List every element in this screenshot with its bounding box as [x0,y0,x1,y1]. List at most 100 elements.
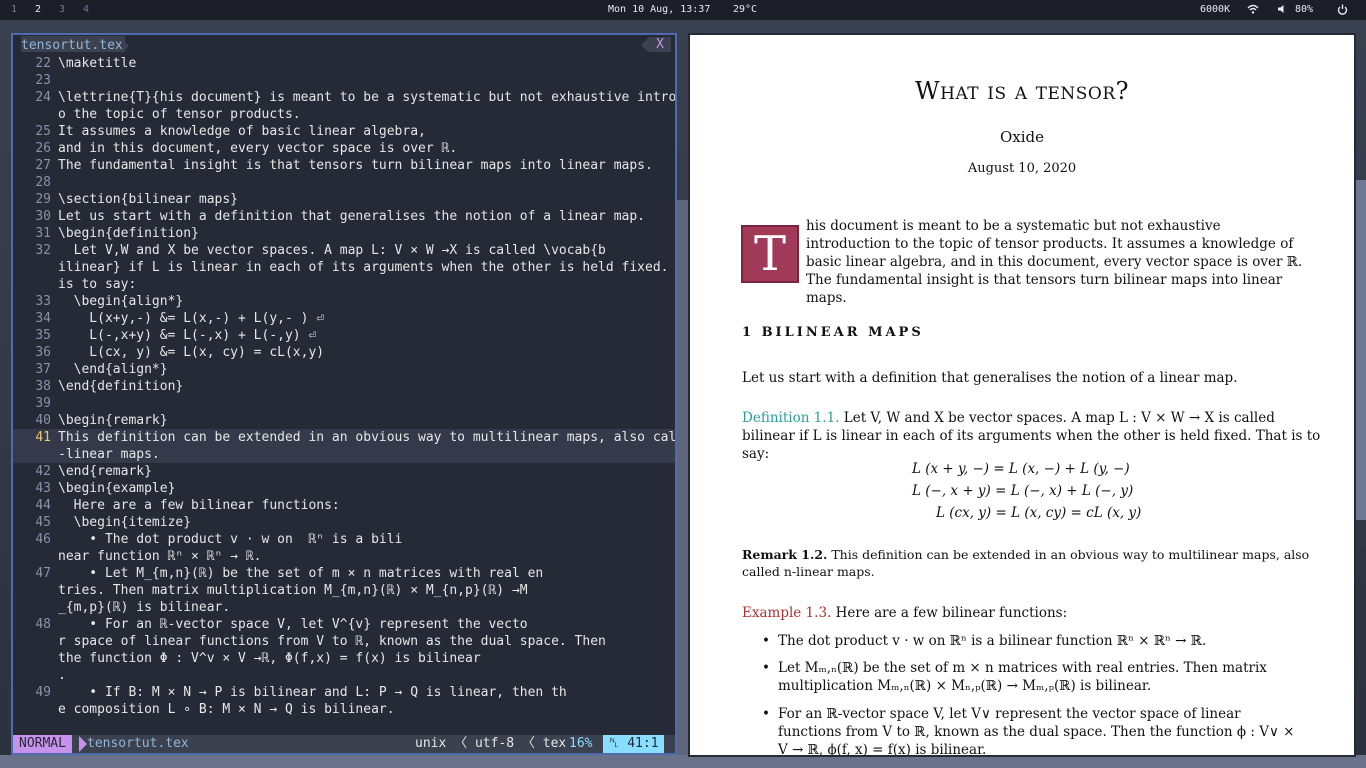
line-number: 26 [35,141,51,156]
line-text[interactable]: ilinear} if L is linear in each of its a… [58,259,675,276]
editor-line[interactable]: 35 L(-,x+y) &= L(-,x) + L(-,y) ⏎ [13,327,675,344]
editor-line[interactable]: 31 \begin{definition} [13,225,675,242]
editor-line[interactable]: 25 It assumes a knowledge of basic linear… [13,123,675,140]
workspace-4[interactable]: 4 [79,4,93,15]
line-text[interactable]: The fundamental insight is that tensors … [58,157,653,174]
editor-window[interactable]: tensortut.tex X 22 \maketitle 23 24 \lettrin… [11,33,677,755]
editor-line[interactable]: 26 and in this document, every vector spa… [13,140,675,157]
line-text[interactable]: \lettrine{T}{his document} is meant to b… [58,89,675,106]
editor-line[interactable]: near function ℝⁿ × ℝⁿ → ℝ. [13,548,675,565]
editor-line[interactable]: the function Φ : V^v × V →ℝ, Φ(f,x) = f(… [13,650,675,667]
line-text[interactable]: This definition can be extended in an ob… [58,429,675,446]
editor-line[interactable]: 30 Let us start with a definition that ge… [13,208,675,225]
editor-line[interactable]: 22 \maketitle [13,55,675,72]
editor-line[interactable]: 29 \section{bilinear maps} [13,191,675,208]
line-text[interactable]: • The dot product v · w on ℝⁿ is a bili [58,531,402,548]
workspace-1[interactable]: 1 [7,4,21,15]
line-text[interactable]: -linear maps. [58,446,160,463]
line-text[interactable]: Here are a few bilinear functions: [58,497,340,514]
editor-line[interactable]: tries. Then matrix multiplication M_{m,n… [13,582,675,599]
line-text[interactable]: \begin{itemize} [58,514,191,531]
line-text[interactable]: the function Φ : V^v × V →ℝ, Φ(f,x) = f(… [58,650,481,667]
list-item-text: For an ℝ-vector space V, let V∨ represen… [778,706,1295,757]
editor-line[interactable]: 24 \lettrine{T}{his document} is meant to… [13,89,675,106]
editor-line[interactable]: 33 \begin{align*} [13,293,675,310]
line-text[interactable]: \begin{align*} [58,293,184,310]
status-fileinfo: unix 〈 utf-8 〈 tex [415,736,567,751]
editor-line[interactable]: 37 \end{align*} [13,361,675,378]
close-tab-button[interactable]: X [649,37,671,52]
line-text[interactable]: \section{bilinear maps} [58,191,238,208]
editor-line[interactable]: 39 [13,395,675,412]
line-number: 39 [35,396,51,411]
editor-line[interactable]: 46 • The dot product v · w on ℝⁿ is a bi… [13,531,675,548]
editor-line[interactable]: 42 \end{remark} [13,463,675,480]
line-number: 37 [35,362,51,377]
line-text[interactable]: \maketitle [58,55,136,72]
editor-line[interactable]: 40 \begin{remark} [13,412,675,429]
line-text[interactable]: • Let M_{m,n}(ℝ) be the set of m × n mat… [58,565,543,582]
line-text[interactable]: is to say: [58,276,136,293]
list-item-text: The dot product v · w on ℝⁿ is a bilinea… [778,633,1207,649]
editor-line[interactable]: 23 [13,72,675,89]
line-text[interactable]: r space of linear functions from V to ℝ,… [58,633,606,650]
line-text[interactable]: L(-,x+y) &= L(-,x) + L(-,y) ⏎ [58,327,316,344]
line-text[interactable]: e composition L ∘ B: M × N → Q is biline… [58,701,395,718]
line-text[interactable]: _{m,p}(ℝ) is bilinear. [58,599,230,616]
line-text[interactable]: L(cx, y) &= L(x, cy) = cL(x,y) [58,344,324,361]
editor-line[interactable]: ilinear} if L is linear in each of its a… [13,259,675,276]
line-text[interactable]: Let V,W and X be vector spaces. A map L:… [58,242,606,259]
editor-line[interactable]: 43 \begin{example} [13,480,675,497]
power-icon[interactable] [1337,4,1348,18]
line-text[interactable]: tries. Then matrix multiplication M_{m,n… [58,582,528,599]
line-text[interactable]: • If B: M × N → P is bilinear and L: P →… [58,684,566,701]
pdf-viewer[interactable]: What is a tensor? Oxide August 10, 2020 … [688,33,1356,757]
line-text[interactable]: • For an ℝ-vector space V, let V^{v} rep… [58,616,527,633]
editor-line[interactable]: . [13,667,675,684]
editor-line[interactable]: 34 L(x+y,-) &= L(x,-) + L(y,- ) ⏎ [13,310,675,327]
editor-line[interactable]: is to say: [13,276,675,293]
volume-icon[interactable] [1277,4,1287,17]
editor-line[interactable]: 41 This definition can be extended in an … [13,429,675,446]
editor-line[interactable]: 49 • If B: M × N → P is bilinear and L: … [13,684,675,701]
editor-line[interactable]: o the topic of tensor products. [13,106,675,123]
line-text[interactable]: \begin{remark} [58,412,168,429]
line-text[interactable]: near function ℝⁿ × ℝⁿ → ℝ. [58,548,262,565]
line-text[interactable]: . [58,667,66,684]
editor-line[interactable]: -linear maps. [13,446,675,463]
line-text[interactable]: Let us start with a definition that gene… [58,208,645,225]
editor-line[interactable]: 44 Here are a few bilinear functions: [13,497,675,514]
line-number: 30 [35,209,51,224]
line-text[interactable]: and in this document, every vector space… [58,140,457,157]
editor-line[interactable]: 38 \end{definition} [13,378,675,395]
editor-line[interactable]: _{m,p}(ℝ) is bilinear. [13,599,675,616]
editor-line[interactable]: e composition L ∘ B: M × N → Q is biline… [13,701,675,718]
workspace-3[interactable]: 3 [55,4,69,15]
editor-line[interactable]: 45 \begin{itemize} [13,514,675,531]
line-number: 42 [35,464,51,479]
editor-line[interactable]: 28 [13,174,675,191]
line-text[interactable]: o the topic of tensor products. [58,106,301,123]
status-percent: 16% [569,736,593,751]
line-text[interactable]: \begin{definition} [58,225,199,242]
remark-text: This definition can be extended in an ob… [742,547,1310,579]
clock: Mon 10 Aug, 13:37 [608,4,711,15]
editor-line[interactable]: 48 • For an ℝ-vector space V, let V^{v} … [13,616,675,633]
wifi-icon[interactable] [1247,4,1259,17]
line-number: 44 [35,498,51,513]
status-position: ␤ 41:1 [603,735,664,753]
editor-line[interactable]: r space of linear functions from V to ℝ,… [13,633,675,650]
doc-title: What is a tensor? [914,77,1130,105]
tab-tensortut[interactable]: tensortut.tex [21,38,123,53]
line-text[interactable]: L(x+y,-) &= L(x,-) + L(y,- ) ⏎ [58,310,324,327]
workspace-2[interactable]: 2 [31,4,45,15]
line-text[interactable]: \end{definition} [58,378,183,395]
editor-line[interactable]: 32 Let V,W and X be vector spaces. A map… [13,242,675,259]
line-text[interactable]: \end{remark} [58,463,152,480]
editor-line[interactable]: 36 L(cx, y) &= L(x, cy) = cL(x,y) [13,344,675,361]
editor-line[interactable]: 47 • Let M_{m,n}(ℝ) be the set of m × n … [13,565,675,582]
editor-line[interactable]: 27 The fundamental insight is that tensor… [13,157,675,174]
line-text[interactable]: \end{align*} [58,361,168,378]
line-text[interactable]: It assumes a knowledge of basic linear a… [58,123,426,140]
line-text[interactable]: \begin{example} [58,480,175,497]
